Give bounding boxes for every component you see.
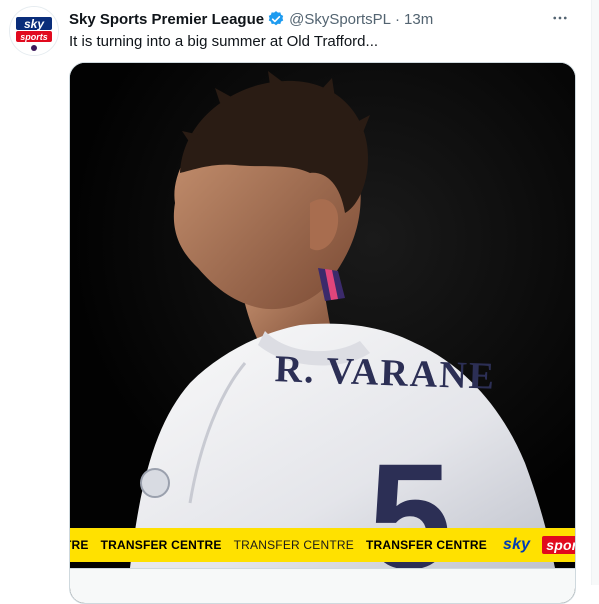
avatar-sky-text: sky (24, 17, 45, 31)
more-options-icon[interactable] (549, 8, 571, 28)
ticker-item: TRANSFER CENTRE (365, 538, 487, 552)
avatar[interactable]: sky sports (9, 6, 59, 56)
separator: · (395, 10, 401, 28)
link-preview[interactable] (70, 568, 575, 603)
logo-sky-text: sky (502, 536, 531, 553)
media-card[interactable]: R. VARANE 5 TRE TRANSFER CENTRE TRANSFER… (69, 62, 576, 604)
transfer-centre-banner: TRE TRANSFER CENTRE TRANSFER CENTRE TRAN… (70, 528, 575, 562)
scroll-edge (591, 0, 599, 585)
sky-sports-logo: sky sports (503, 536, 575, 554)
verified-badge-icon (267, 10, 285, 28)
ticker-item: TRANSFER CENTRE (100, 538, 222, 552)
tweet[interactable]: sky sports Sky Sports Premier League @Sk… (0, 0, 599, 604)
handle[interactable]: @SkySportsPL (289, 11, 391, 28)
logo-sports-text: sports (542, 536, 575, 554)
tweet-photo[interactable]: R. VARANE 5 TRE TRANSFER CENTRE TRANSFER… (70, 63, 575, 568)
display-name[interactable]: Sky Sports Premier League (69, 11, 264, 28)
ticker-item: TRE (70, 538, 89, 552)
jersey-name: R. VARANE (274, 348, 497, 398)
tweet-text: It is turning into a big summer at Old T… (69, 33, 379, 50)
tweet-header: Sky Sports Premier League @SkySportsPL ·… (69, 9, 433, 29)
avatar-sports-text: sports (20, 32, 48, 42)
timestamp[interactable]: 13m (404, 11, 433, 28)
ticker-item: TRANSFER CENTRE (233, 538, 354, 552)
